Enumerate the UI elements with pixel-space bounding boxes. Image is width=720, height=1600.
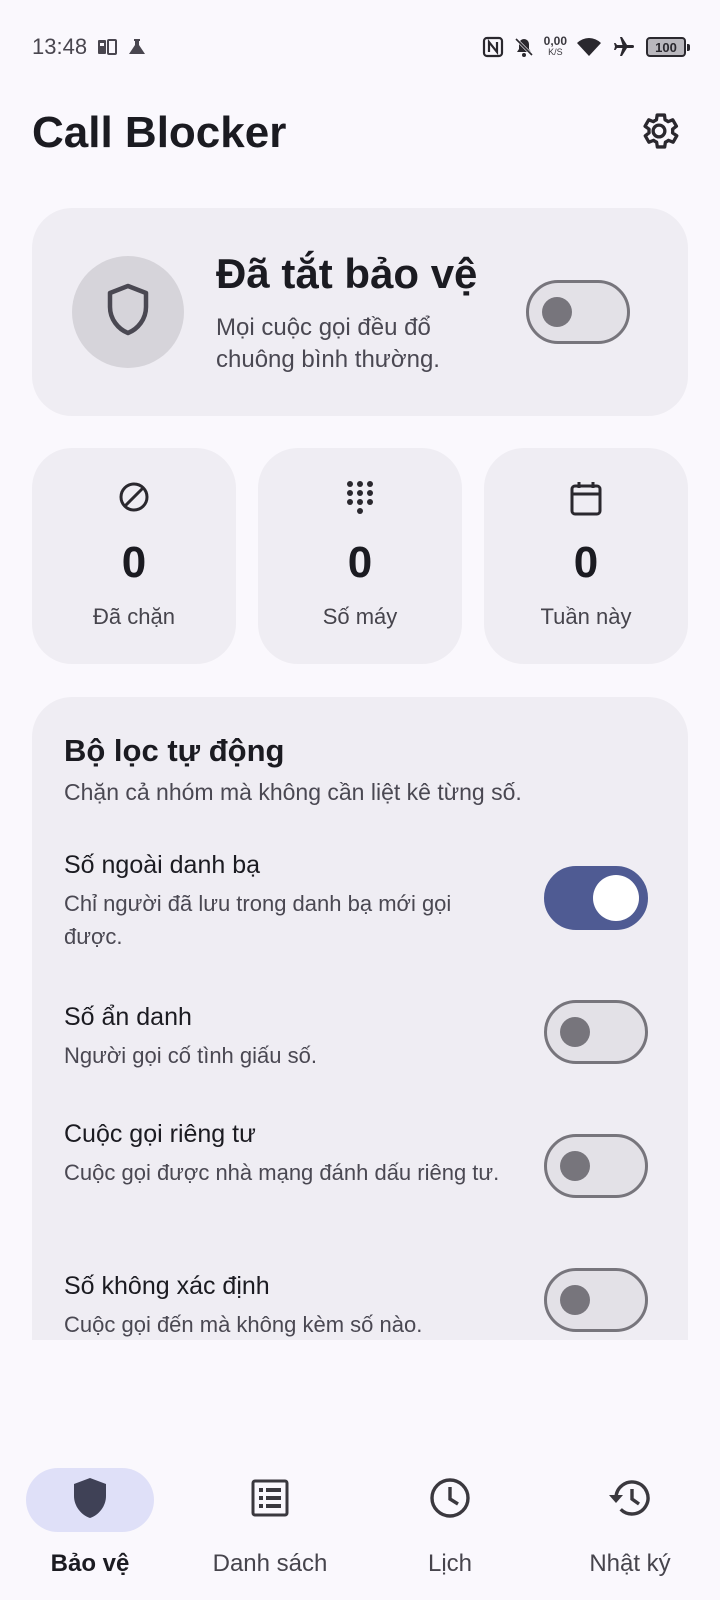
nav-label: Lịch [427,1550,473,1577]
status-bar: 13:48 0,00 K/S 100 [0,0,720,94]
list-icon [251,1479,289,1522]
gear-icon [637,109,681,158]
bottom-navigation: Bảo vệ Danh sách Lịch Nhật ký [0,1440,720,1600]
stat-label: Đã chặn [93,604,175,629]
nav-item-schedule[interactable]: Lịch [360,1440,540,1580]
auto-filters-card: Bộ lọc tự động Chặn cả nhóm mà không cần… [32,697,688,1340]
nav-item-history[interactable]: Nhật ký [540,1440,720,1580]
status-right: 0,00 K/S 100 [482,35,690,59]
stat-value: 0 [573,538,599,587]
filter-description: Người gọi cố tình giấu số. [64,1043,317,1068]
nav-label: Danh sách [212,1550,328,1577]
nav-active-indicator [26,1468,154,1532]
toggle-thumb [560,1017,590,1047]
toggle-thumb [542,297,572,327]
nav-item-protection[interactable]: Bảo vệ [0,1440,180,1580]
battery-icon: 100 [646,37,690,57]
airplane-icon [611,35,637,59]
filters-title: Bộ lọc tự động [64,733,285,768]
stat-value: 0 [121,538,147,587]
settings-button[interactable] [634,108,684,158]
toggle-thumb [593,875,639,921]
protection-description: Mọi cuộc gọi đều đổ chuông bình thường. [216,314,440,373]
stat-card-this-week: 0 Tuần này [484,448,688,664]
protection-status-badge [72,256,184,368]
shield-icon [71,1476,109,1525]
nfc-icon [482,36,504,58]
filter-unknown-contacts-toggle[interactable] [544,866,648,930]
protection-card: Đã tắt bảo vệ Mọi cuộc gọi đều đổ chuông… [32,208,688,416]
stat-label: Tuần này [540,604,632,629]
clock-icon [429,1477,471,1524]
nav-icon-container [206,1468,334,1532]
flask-icon [127,37,147,57]
nav-item-list[interactable]: Danh sách [180,1440,360,1580]
bell-off-icon [513,36,535,58]
wifi-icon [576,36,602,58]
history-icon [608,1478,652,1523]
stat-value: 0 [347,538,373,587]
protection-toggle[interactable] [526,280,630,344]
filter-description: Chỉ người đã lưu trong danh bạ mới gọi đ… [64,891,452,949]
stat-label: Số máy [322,604,398,629]
toggle-thumb [560,1151,590,1181]
status-left: 13:48 [32,34,147,60]
shield-outline-icon [105,283,151,342]
filters-description: Chặn cả nhóm mà không cần liệt kê từng s… [64,779,522,805]
network-speed: 0,00 K/S [543,34,567,57]
toggle-thumb [560,1285,590,1315]
battery-level: 100 [655,39,677,55]
filter-description: Cuộc gọi được nhà mạng đánh dấu riêng tư… [64,1160,500,1185]
dialpad-icon [258,480,462,516]
filter-private-call-toggle[interactable] [544,1134,648,1198]
stat-card-numbers: 0 Số máy [258,448,462,664]
filter-description: Cuộc gọi đến mà không kèm số nào. [64,1312,423,1337]
nav-label: Nhật ký [589,1550,671,1577]
status-time: 13:48 [32,34,88,59]
app-title: Call Blocker [32,108,287,157]
filter-hidden-number-toggle[interactable] [544,1000,648,1064]
nav-icon-container [566,1468,694,1532]
filter-no-number-toggle[interactable] [544,1268,648,1332]
nav-label: Bảo vệ [50,1550,130,1577]
block-icon [32,480,236,514]
app-notification-icon [97,38,118,56]
protection-title: Đã tắt bảo vệ [216,250,478,297]
calendar-icon [484,480,688,516]
nav-icon-container [386,1468,514,1532]
stat-card-blocked: 0 Đã chặn [32,448,236,664]
